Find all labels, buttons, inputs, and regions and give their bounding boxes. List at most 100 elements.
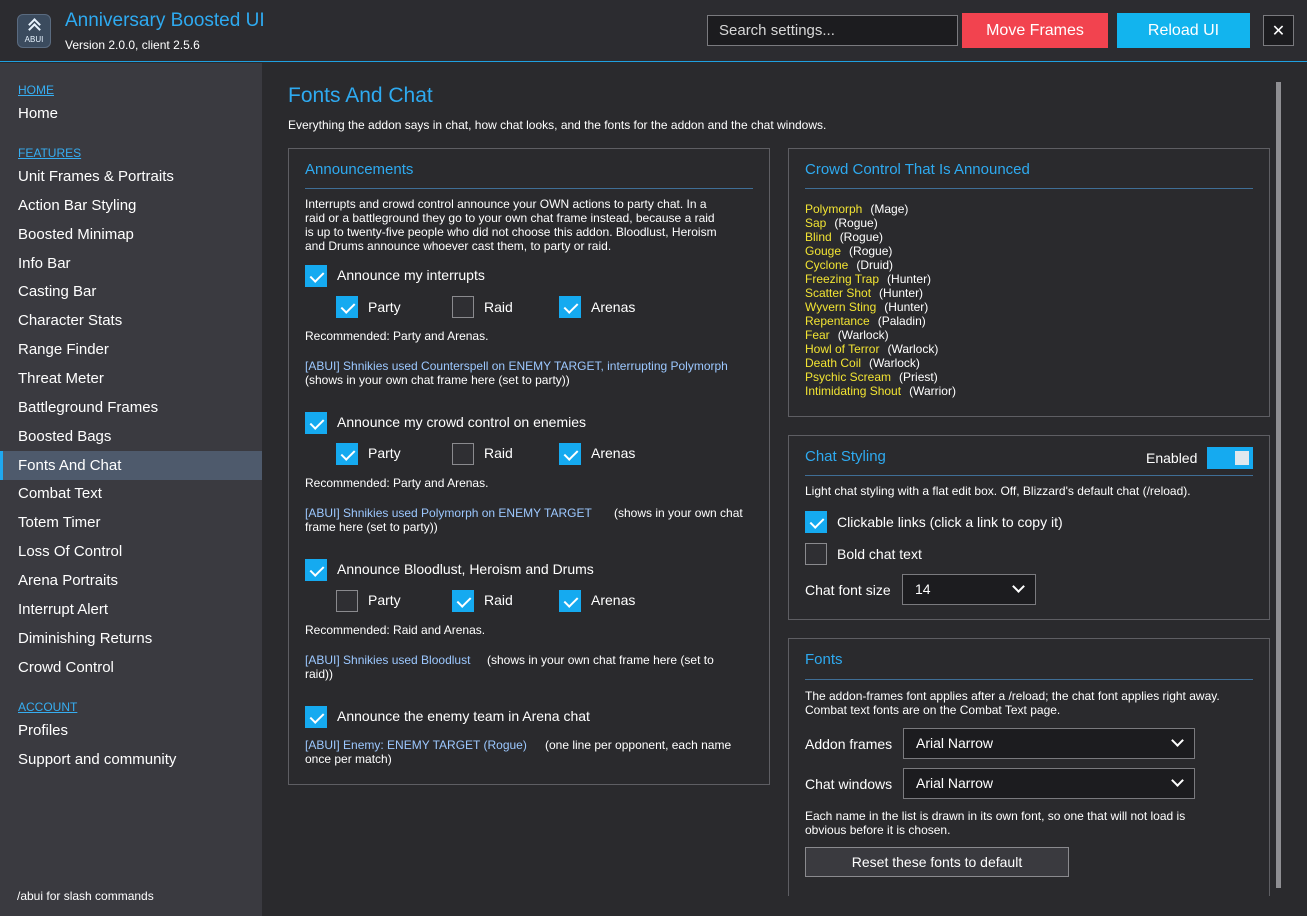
- announcements-intro-2: raid or a battleground they go to your o…: [305, 211, 715, 225]
- cc-spell-class: (Warlock): [869, 356, 920, 370]
- bloodlust-recommended: Recommended: Raid and Arenas.: [305, 623, 486, 637]
- sidebar-item-info-bar[interactable]: Info Bar: [0, 249, 262, 278]
- addon-frames-font-value: Arial Narrow: [916, 735, 994, 751]
- fonts-description-2: Combat text fonts are on the Combat Text…: [805, 703, 1061, 717]
- announce-bloodlust-label: Announce Bloodlust, Heroism and Drums: [337, 561, 594, 577]
- page-description: Everything the addon says in chat, how c…: [288, 118, 827, 132]
- sidebar-item-character-stats[interactable]: Character Stats: [0, 306, 262, 335]
- sidebar-item-arena-portraits[interactable]: Arena Portraits: [0, 566, 262, 595]
- chat-styling-toggle[interactable]: [1207, 447, 1253, 469]
- interrupts-party-checkbox[interactable]: [336, 296, 358, 318]
- bloodlust-raid-checkbox[interactable]: [452, 590, 474, 612]
- interrupts-arenas-checkbox[interactable]: [559, 296, 581, 318]
- cc-spell-row: Repentance (Paladin): [805, 314, 926, 328]
- cc-party-label: Party: [368, 445, 401, 461]
- cc-spell-name: Intimidating Shout: [805, 384, 902, 398]
- announce-interrupts-checkbox[interactable]: [305, 265, 327, 287]
- sidebar-item-action-bar[interactable]: Action Bar Styling: [0, 191, 262, 220]
- cc-spell-class: (Rogue): [849, 244, 893, 258]
- announce-bloodlust-checkbox[interactable]: [305, 559, 327, 581]
- cc-spell-class: (Rogue): [834, 216, 878, 230]
- cc-spell-name: Sap: [805, 216, 827, 230]
- sidebar-item-totem-timer[interactable]: Totem Timer: [0, 508, 262, 537]
- sidebar-item-support[interactable]: Support and community: [0, 745, 262, 774]
- interrupts-raid-checkbox[interactable]: [452, 296, 474, 318]
- sidebar-item-interrupt-alert[interactable]: Interrupt Alert: [0, 595, 262, 624]
- cc-spell-name: Cyclone: [805, 258, 849, 272]
- interrupts-party-label: Party: [368, 299, 401, 315]
- cc-spell-row: Fear (Warlock): [805, 328, 889, 342]
- cc-spell-row: Howl of Terror (Warlock): [805, 342, 938, 356]
- cc-spell-class: (Hunter): [887, 272, 932, 286]
- cc-party-checkbox[interactable]: [336, 443, 358, 465]
- reload-ui-button[interactable]: Reload UI: [1117, 13, 1250, 48]
- toggle-knob: [1235, 451, 1249, 465]
- cc-spell-class: (Warlock): [887, 342, 939, 356]
- sidebar-item-combat-text[interactable]: Combat Text: [0, 479, 262, 508]
- interrupts-example-link: [ABUI] Shnikies used Counterspell on ENE…: [305, 359, 728, 373]
- cc-spell-name: Repentance: [805, 314, 870, 328]
- bloodlust-party-label: Party: [368, 592, 401, 608]
- addon-frames-font-dropdown[interactable]: Arial Narrow: [903, 728, 1195, 759]
- search-input[interactable]: [707, 15, 958, 46]
- bloodlust-party-checkbox[interactable]: [336, 590, 358, 612]
- interrupts-recommended: Recommended: Party and Arenas.: [305, 329, 489, 343]
- sidebar-item-profiles[interactable]: Profiles: [0, 716, 262, 745]
- cc-spell-row: Wyvern Sting (Hunter): [805, 300, 928, 314]
- sidebar-item-loss-of-control[interactable]: Loss Of Control: [0, 537, 262, 566]
- sidebar-item-battleground-frames[interactable]: Battleground Frames: [0, 393, 262, 422]
- cc-spell-class: (Mage): [870, 202, 909, 216]
- app-header: ABUI Anniversary Boosted UI Version 2.0.…: [0, 0, 1307, 62]
- cc-spell-name: Death Coil: [805, 356, 862, 370]
- sidebar-item-minimap[interactable]: Boosted Minimap: [0, 220, 262, 249]
- bold-chat-text-checkbox[interactable]: [805, 543, 827, 565]
- chevron-down-icon: [1012, 580, 1025, 593]
- app-version: Version 2.0.0, client 2.5.6: [65, 38, 200, 52]
- announce-enemy-team-checkbox[interactable]: [305, 706, 327, 728]
- cc-spell-name: Scatter Shot: [805, 286, 872, 300]
- sidebar-item-threat-meter[interactable]: Threat Meter: [0, 364, 262, 393]
- bloodlust-raid-label: Raid: [484, 592, 513, 608]
- close-button[interactable]: ✕: [1263, 15, 1294, 46]
- sidebar-item-range-finder[interactable]: Range Finder: [0, 335, 262, 364]
- sidebar-section-account: ACCOUNT: [18, 700, 78, 714]
- cc-spell-row: Cyclone (Druid): [805, 258, 893, 272]
- cc-arenas-checkbox[interactable]: [559, 443, 581, 465]
- reset-fonts-button[interactable]: Reset these fonts to default: [805, 847, 1069, 877]
- sidebar-item-fonts-and-chat[interactable]: Fonts And Chat: [0, 451, 262, 480]
- clickable-links-checkbox[interactable]: [805, 511, 827, 533]
- sidebar-item-casting-bar[interactable]: Casting Bar: [0, 277, 262, 306]
- cc-spell-row: Death Coil (Warlock): [805, 356, 920, 370]
- chat-font-size-dropdown[interactable]: 14: [902, 574, 1036, 605]
- logo-text: ABUI: [24, 35, 44, 44]
- addon-frames-label: Addon frames: [805, 736, 893, 752]
- chat-styling-enabled-label: Enabled: [1146, 450, 1198, 466]
- announce-enemy-team-label: Announce the enemy team in Arena chat: [337, 708, 590, 724]
- sidebar-item-unit-frames[interactable]: Unit Frames & Portraits: [0, 162, 262, 191]
- sidebar-item-home[interactable]: Home: [0, 99, 262, 128]
- announce-cc-checkbox[interactable]: [305, 412, 327, 434]
- cc-raid-checkbox[interactable]: [452, 443, 474, 465]
- sidebar-item-boosted-bags[interactable]: Boosted Bags: [0, 422, 262, 451]
- chat-windows-font-dropdown[interactable]: Arial Narrow: [903, 768, 1195, 799]
- fonts-description-1: The addon-frames font applies after a /r…: [805, 689, 1220, 703]
- cc-spell-class: (Paladin): [877, 314, 926, 328]
- sidebar-section-features: FEATURES: [18, 146, 82, 160]
- chat-windows-font-value: Arial Narrow: [916, 775, 994, 791]
- cc-spell-name: Blind: [805, 230, 832, 244]
- bloodlust-example-link: [ABUI] Shnikies used Bloodlust: [305, 653, 471, 667]
- chat-windows-label: Chat windows: [805, 776, 893, 792]
- bloodlust-arenas-checkbox[interactable]: [559, 590, 581, 612]
- cc-spell-name: Fear: [805, 328, 830, 342]
- cc-spell-name: Psychic Scream: [805, 370, 892, 384]
- cc-recommended: Recommended: Party and Arenas.: [305, 476, 489, 490]
- announcements-panel: Announcements Interrupts and crowd contr…: [288, 148, 770, 785]
- cc-spell-class: (Priest): [899, 370, 938, 384]
- sidebar-item-crowd-control[interactable]: Crowd Control: [0, 653, 262, 682]
- move-frames-button[interactable]: Move Frames: [962, 13, 1108, 48]
- sidebar-item-diminishing-returns[interactable]: Diminishing Returns: [0, 624, 262, 653]
- scrollbar[interactable]: [1276, 82, 1281, 888]
- enemy-team-example-note: (one line per opponent, each name: [545, 738, 732, 752]
- cc-spell-row: Sap (Rogue): [805, 216, 878, 230]
- cc-spell-name: Polymorph: [805, 202, 863, 216]
